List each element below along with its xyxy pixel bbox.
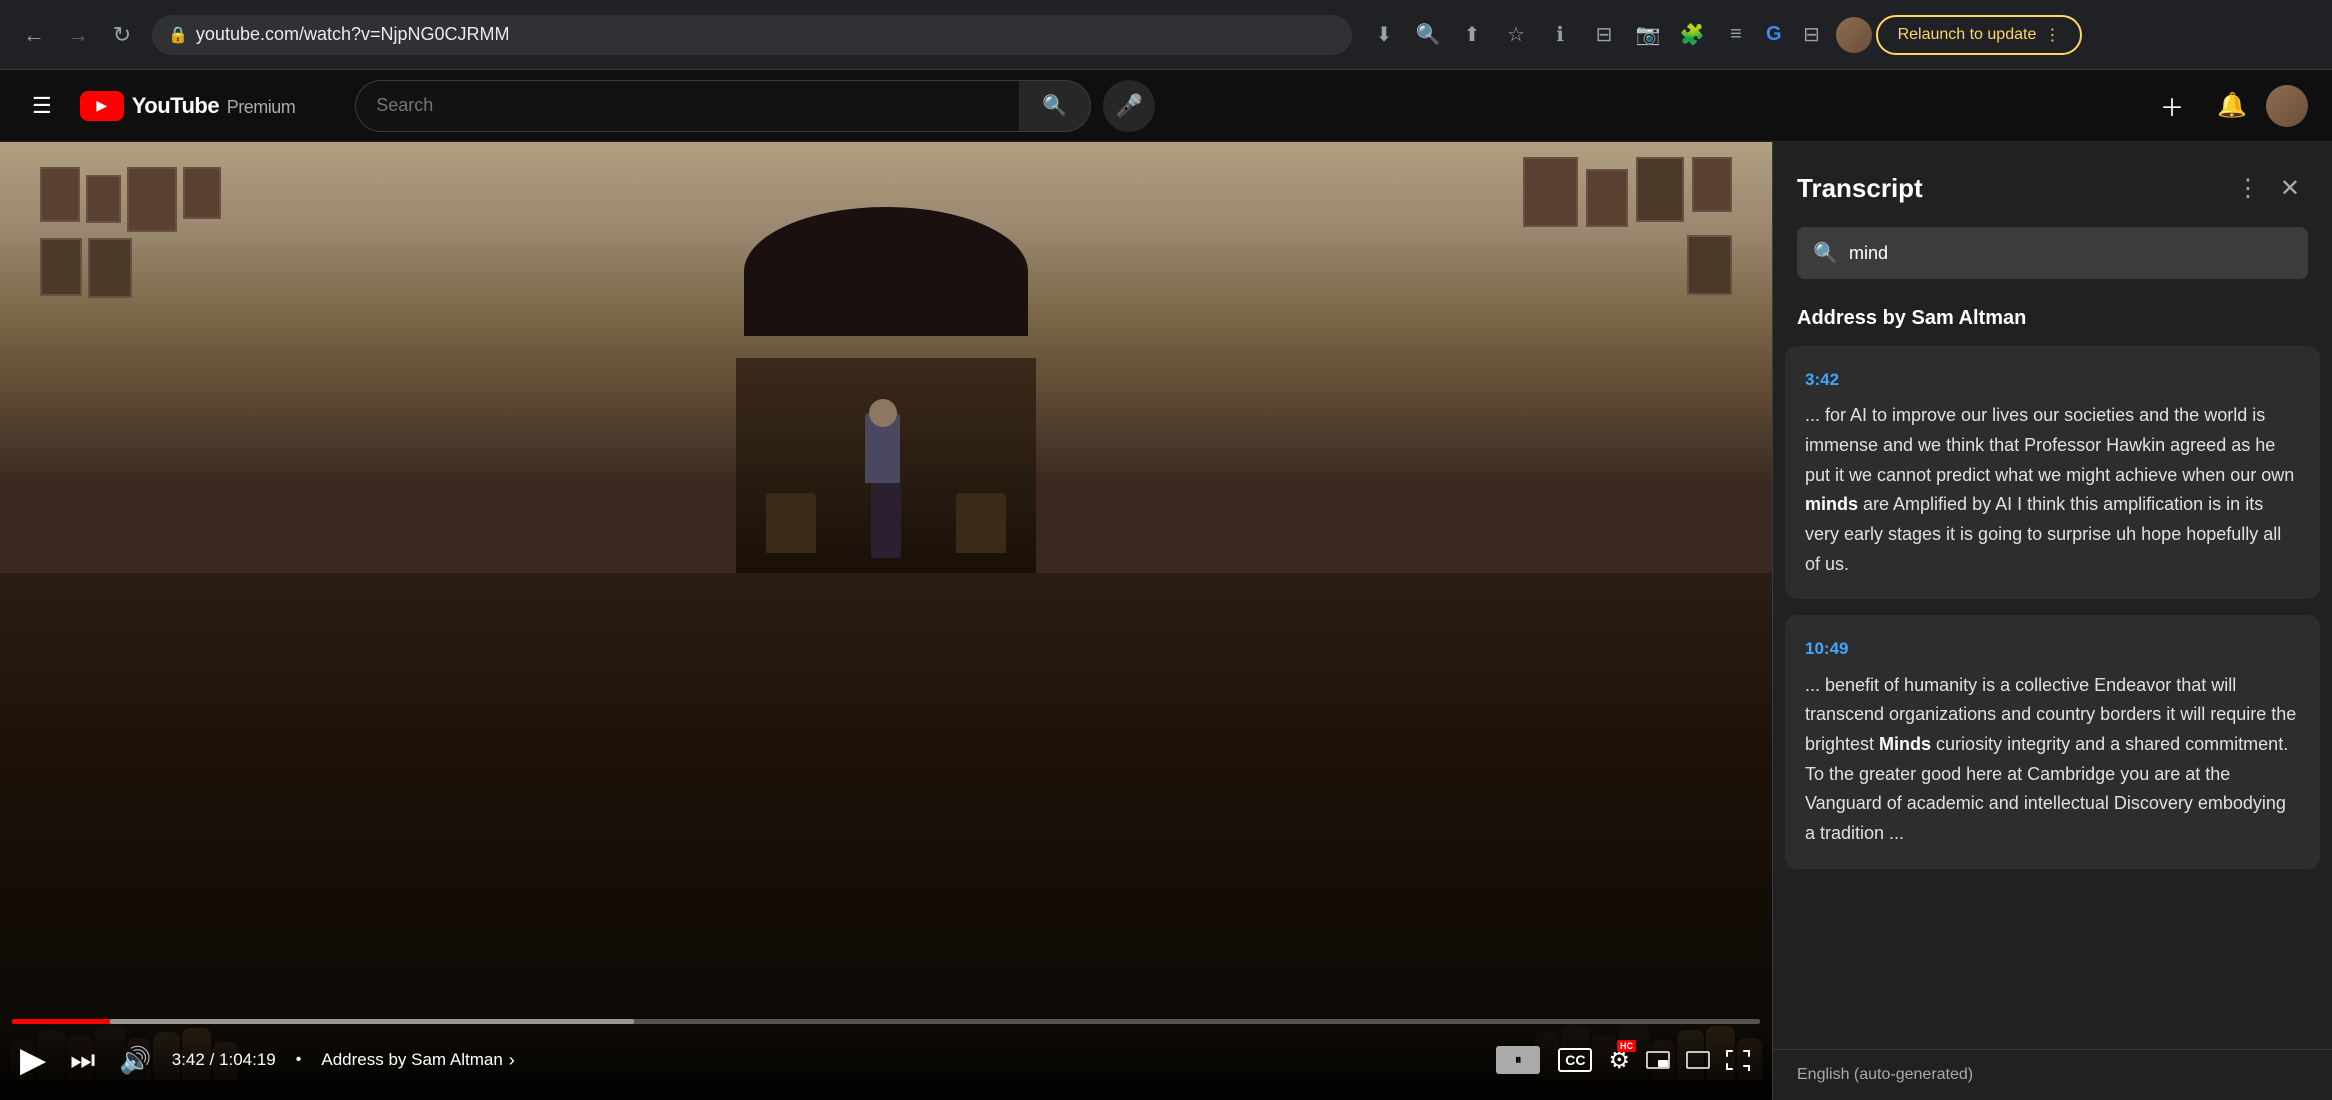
progress-buffered [110, 1019, 634, 1024]
highlight-minds-2: Minds [1879, 734, 1931, 754]
right-controls: ⏸ CC ⚙ HC [1496, 1040, 1756, 1081]
save-button[interactable]: ⊟ [1584, 15, 1624, 55]
refresh-button[interactable]: ↻ [104, 17, 140, 53]
voice-search-button[interactable]: 🎤 [1103, 80, 1155, 132]
lock-icon: 🔒 [168, 25, 188, 45]
scene-arch [744, 207, 1028, 336]
miniplayer-button[interactable] [1640, 1045, 1676, 1075]
browser-profile-avatar[interactable] [1836, 17, 1872, 53]
browser-actions: ⬇ 🔍 ⬆ ☆ ℹ ⊟ 📷 🧩 ≡ G ⊟ Relaunch to update… [1364, 15, 2082, 55]
user-avatar[interactable] [2266, 85, 2308, 127]
relaunch-button[interactable]: Relaunch to update ⋮ [1876, 15, 2083, 55]
youtube-logo[interactable]: YouTube Premium [80, 91, 295, 121]
transcript-timestamp-1[interactable]: 3:42 [1805, 366, 2300, 393]
volume-button[interactable]: 🔊 [115, 1041, 155, 1080]
forward-button[interactable]: → [60, 17, 96, 53]
google-icon: G [1760, 23, 1788, 46]
camera-button[interactable]: 📷 [1628, 15, 1668, 55]
bookmark-button[interactable]: ☆ [1496, 15, 1536, 55]
transcript-section-title: Address by Sam Altman [1773, 299, 2332, 346]
youtube-header: ☰ YouTube Premium 🔍 🎤 ＋ 🔔 [0, 70, 2332, 142]
header-actions: ＋ 🔔 [2146, 80, 2308, 132]
transcript-more-button[interactable]: ⋮ [2228, 166, 2268, 211]
url-text: youtube.com/watch?v=NjpNG0CJRMM [196, 24, 1336, 45]
theater-button[interactable] [1680, 1045, 1716, 1075]
back-button[interactable]: ← [16, 17, 52, 53]
skip-button[interactable]: ⏭ [66, 1040, 99, 1081]
youtube-logo-icon [80, 91, 124, 121]
settings-button[interactable]: ⚙ HC [1602, 1040, 1636, 1081]
search-input[interactable] [355, 80, 1019, 132]
media-button[interactable]: ≡ [1716, 15, 1756, 55]
nav-buttons: ← → ↻ [16, 17, 140, 53]
transcript-footer: English (auto-generated) [1773, 1049, 2332, 1100]
tab-search-button[interactable]: ⊟ [1792, 15, 1832, 55]
notifications-button[interactable]: 🔔 [2206, 80, 2258, 132]
transcript-close-button[interactable]: ✕ [2272, 166, 2308, 211]
scene-upper-wall [0, 142, 1772, 573]
play-button[interactable]: ▶ [16, 1036, 50, 1084]
transcript-panel: Transcript ⋮ ✕ 🔍 Address by Sam Altman 3… [1772, 142, 2332, 1100]
transcript-entry-2: 10:49 ... benefit of humanity is a colle… [1785, 615, 2320, 868]
transcript-search-input[interactable] [1797, 227, 2308, 279]
speaker-figure [865, 413, 900, 483]
hc-badge: HC [1617, 1040, 1636, 1052]
video-player[interactable]: ▶ ⏭ 🔊 3:42 / 1:04:19 • Address by Sam Al… [0, 142, 1772, 1100]
wall-frames-right [1482, 157, 1732, 295]
search-container: 🔍 🎤 [355, 80, 1155, 132]
transcript-search-container: 🔍 [1797, 227, 2308, 279]
search-submit-button[interactable]: 🔍 [1019, 80, 1091, 132]
transcript-text-2: ... benefit of humanity is a collective … [1805, 671, 2300, 849]
speaker-head [869, 399, 897, 427]
podium [871, 483, 901, 558]
transcript-entry-1: 3:42 ... for AI to improve our lives our… [1785, 346, 2320, 599]
hamburger-menu-button[interactable]: ☰ [24, 85, 60, 127]
download-button[interactable]: ⬇ [1364, 15, 1404, 55]
video-controls: ▶ ⏭ 🔊 3:42 / 1:04:19 • Address by Sam Al… [0, 1032, 1772, 1100]
info-button[interactable]: ℹ [1540, 15, 1580, 55]
transcript-entries: 3:42 ... for AI to improve our lives our… [1773, 346, 2332, 1049]
fullscreen-button[interactable] [1720, 1043, 1756, 1077]
browser-chrome: ← → ↻ 🔒 youtube.com/watch?v=NjpNG0CJRMM … [0, 0, 2332, 70]
extensions-button[interactable]: 🧩 [1672, 15, 1712, 55]
chair-right [956, 493, 1006, 553]
transcript-header-actions: ⋮ ✕ [2228, 166, 2308, 211]
transcript-title: Transcript [1797, 173, 1923, 204]
transcript-header: Transcript ⋮ ✕ [1773, 142, 2332, 227]
video-section: ▶ ⏭ 🔊 3:42 / 1:04:19 • Address by Sam Al… [0, 142, 1772, 1100]
transcript-search-icon: 🔍 [1813, 241, 1838, 266]
video-title-button[interactable]: Address by Sam Altman › [321, 1050, 514, 1071]
youtube-premium-text: Premium [227, 97, 296, 117]
video-controls-overlay: ▶ ⏭ 🔊 3:42 / 1:04:19 • Address by Sam Al… [0, 1019, 1772, 1100]
youtube-logo-text: YouTube Premium [132, 93, 295, 119]
progress-bar-area [0, 1019, 1772, 1032]
video-scene [0, 142, 1772, 1100]
time-display: 3:42 / 1:04:19 [172, 1050, 276, 1070]
highlight-minds-1: minds [1805, 494, 1858, 514]
search-page-button[interactable]: 🔍 [1408, 15, 1448, 55]
share-button[interactable]: ⬆ [1452, 15, 1492, 55]
progress-played [12, 1019, 110, 1024]
chair-left [766, 493, 816, 553]
wall-frames-left [40, 167, 240, 298]
main-content: ▶ ⏭ 🔊 3:42 / 1:04:19 • Address by Sam Al… [0, 142, 2332, 1100]
cc-button[interactable]: CC [1552, 1042, 1598, 1078]
progress-bar[interactable] [12, 1019, 1760, 1024]
stage-platform [736, 358, 1036, 574]
address-bar[interactable]: 🔒 youtube.com/watch?v=NjpNG0CJRMM [152, 15, 1352, 55]
transcript-text-1: ... for AI to improve our lives our soci… [1805, 401, 2300, 579]
transcript-timestamp-2[interactable]: 10:49 [1805, 635, 2300, 662]
pause-indicator: ⏸ [1496, 1046, 1540, 1074]
create-button[interactable]: ＋ [2146, 80, 2198, 132]
time-separator: • [292, 1051, 306, 1069]
